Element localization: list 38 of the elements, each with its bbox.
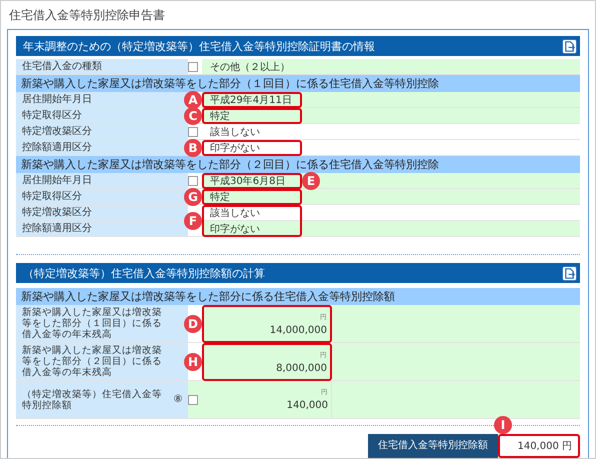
field-label: 居住開始年月日 xyxy=(16,92,188,108)
field-label: （特定増改築等）住宅借入金等特別控除額 xyxy=(16,381,168,419)
field-label: 居住開始年月日 xyxy=(16,173,188,189)
field-value: その他（２以上） xyxy=(202,59,580,75)
page-title: 住宅借入金等特別控除申告書 xyxy=(8,7,166,24)
amount-value: 14,000,000 xyxy=(270,324,327,336)
field-label: 特定増改築区分 xyxy=(16,205,188,221)
section-title: 年末調整のための（特定増改築等）住宅借入金等特別控除証明書の情報 xyxy=(23,38,375,54)
field-label: 控除額適用区分 xyxy=(16,221,188,237)
field-label: 新築や購入した家屋又は増改築等をした部分（２回目）に係る借入金等の年末残高 xyxy=(16,343,168,381)
group-heading: 新築や購入した家屋又は増改築等をした部分（１回目）に係る住宅借入金等特別控除 xyxy=(16,75,580,92)
field-label: 特定取得区分 xyxy=(16,108,188,124)
amount-value: 8,000,000 xyxy=(276,362,327,374)
total-label: 住宅借入金等特別控除額 xyxy=(368,434,498,458)
amount-value: 140,000 xyxy=(286,400,328,411)
group-heading: 新築や購入した家屋又は増改築等をした部分（２回目）に係る住宅借入金等特別控除 xyxy=(16,156,580,173)
field-value: 特定 xyxy=(202,189,580,205)
group-heading: 新築や購入した家屋又は増改築等をした部分に係る住宅借入金等特別控除額 xyxy=(16,288,580,305)
field-value: 平成29年4月11日 xyxy=(202,92,580,108)
annotation-badge: I xyxy=(494,416,512,434)
field-value: 該当しない xyxy=(202,205,580,221)
field-label: 控除額適用区分 xyxy=(16,140,188,156)
checkbox[interactable] xyxy=(188,394,198,404)
field-value: 特定 xyxy=(202,108,580,124)
export-icon[interactable] xyxy=(562,38,577,54)
field-value: 印字がない xyxy=(202,221,580,237)
field-value: 印字がない xyxy=(202,140,580,156)
field-value: 該当しない xyxy=(202,124,580,140)
checkbox[interactable] xyxy=(188,62,198,72)
section-title: （特定増改築等）住宅借入金等特別控除額の計算 xyxy=(23,266,265,280)
field-label: 特定増改築区分 xyxy=(16,124,188,140)
checkbox[interactable] xyxy=(188,176,198,186)
export-icon[interactable] xyxy=(562,266,577,280)
field-label: 住宅借入金の種類 xyxy=(16,59,188,75)
field-label: 特定取得区分 xyxy=(16,189,188,205)
checkbox[interactable] xyxy=(188,126,198,136)
item-number: ⑧ xyxy=(168,381,188,419)
field-label: 新築や購入した家屋又は増改築等をした部分（１回目）に係る借入金等の年末残高 xyxy=(16,305,168,343)
